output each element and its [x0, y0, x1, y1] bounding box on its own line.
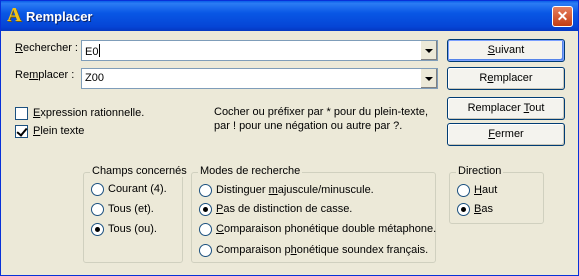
fields-label-all-and[interactable]: Tous (et). — [108, 203, 154, 215]
title-bar: A Remplacer ✕ — [1, 1, 578, 31]
replace-input[interactable]: Z00 — [85, 72, 104, 84]
direction-group-legend: Direction — [456, 165, 504, 177]
fields-label-all-or[interactable]: Tous (ou). — [108, 223, 157, 235]
close-button[interactable]: Fermer — [447, 123, 565, 146]
mode-label-case-sensitive[interactable]: Distinguer majuscule/minuscule. — [216, 184, 374, 196]
mode-radio-case-insensitive[interactable] — [199, 203, 212, 216]
direction-group: Direction — [449, 165, 544, 224]
replace-button[interactable]: Remplacer — [447, 67, 565, 90]
replace-dialog: A Remplacer ✕ Rechercher : E0 Remplacer … — [0, 0, 579, 276]
search-combobox[interactable]: E0 — [81, 40, 438, 61]
replace-label: Remplacer : — [15, 69, 75, 81]
modes-group-legend: Modes de recherche — [198, 165, 303, 177]
chevron-down-icon — [425, 49, 433, 53]
search-label: Rechercher : — [15, 42, 78, 54]
direction-radio-up[interactable] — [457, 184, 470, 197]
direction-label-down[interactable]: Bas — [474, 203, 493, 215]
search-dropdown-button[interactable] — [420, 41, 437, 60]
mode-radio-case-sensitive[interactable] — [199, 184, 212, 197]
replace-dropdown-button[interactable] — [420, 69, 437, 88]
fields-radio-current[interactable] — [91, 183, 104, 196]
regex-label[interactable]: Expression rationnelle. — [33, 107, 144, 119]
mode-radio-soundex[interactable] — [199, 244, 212, 257]
mode-label-soundex[interactable]: Comparaison phonétique soundex français. — [216, 244, 428, 256]
direction-radio-down[interactable] — [457, 203, 470, 216]
fulltext-checkbox[interactable] — [15, 125, 28, 138]
fields-radio-all-and[interactable] — [91, 203, 104, 216]
fields-radio-all-or[interactable] — [91, 223, 104, 236]
fulltext-label[interactable]: Plein texte — [33, 125, 84, 137]
replace-all-button[interactable]: Remplacer Tout — [447, 97, 565, 120]
close-icon[interactable]: ✕ — [552, 6, 573, 27]
direction-label-up[interactable]: Haut — [474, 184, 497, 196]
help-note: Cocher ou préfixer par * pour du plein-t… — [214, 106, 429, 132]
next-button[interactable]: Suivant — [447, 39, 565, 62]
window-title: Remplacer — [26, 9, 93, 24]
search-input[interactable]: E0 — [85, 44, 101, 58]
fields-label-current[interactable]: Courant (4). — [108, 183, 167, 195]
chevron-down-icon — [425, 77, 433, 81]
regex-checkbox[interactable] — [15, 107, 28, 120]
app-icon: A — [7, 4, 22, 26]
mode-label-case-insensitive[interactable]: Pas de distinction de casse. — [216, 203, 352, 215]
mode-radio-double-metaphone[interactable] — [199, 223, 212, 236]
fields-group-legend: Champs concernés — [90, 165, 189, 177]
mode-label-double-metaphone[interactable]: Comparaison phonétique double métaphone. — [216, 223, 436, 235]
replace-combobox[interactable]: Z00 — [81, 68, 438, 89]
